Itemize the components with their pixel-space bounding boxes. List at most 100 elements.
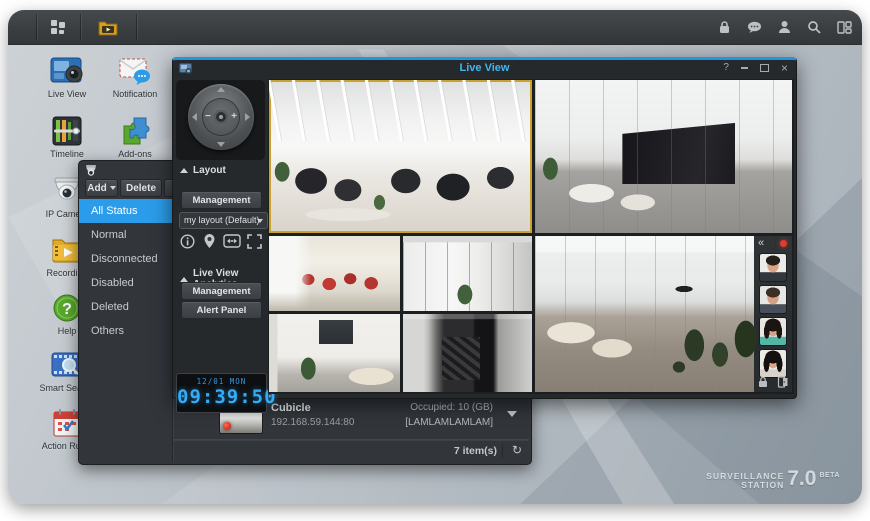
ptz-zoom-out-button[interactable]: − xyxy=(205,112,211,122)
search-button[interactable] xyxy=(806,19,822,35)
desktop-icon-live-view[interactable]: Live View xyxy=(35,56,99,99)
layout-select[interactable]: my layout (Default) xyxy=(179,212,268,229)
add-button[interactable]: Add xyxy=(85,179,118,197)
ptz-zoom-in-button[interactable]: + xyxy=(231,112,237,122)
info-icon xyxy=(180,234,195,249)
logo-version: 7.0 xyxy=(787,468,816,490)
fullscreen-button[interactable] xyxy=(245,232,265,250)
layout-select-value: my layout (Default) xyxy=(184,215,260,225)
chevron-up-icon xyxy=(180,277,188,282)
layout-section-header[interactable]: Layout xyxy=(180,165,226,176)
camera-view-5[interactable] xyxy=(269,314,400,392)
ptz-control: − + xyxy=(176,80,265,160)
desktop-icon-label: Notification xyxy=(103,89,167,99)
info-button[interactable] xyxy=(177,232,197,250)
clock-time: 09:39:50 xyxy=(177,386,266,408)
widgets-button[interactable] xyxy=(836,19,852,35)
face-panel-header: « xyxy=(754,236,792,251)
ptz-down-icon[interactable] xyxy=(217,142,225,147)
recording-dot xyxy=(780,240,787,247)
camera-list-footer: 7 item(s) ↻ xyxy=(173,439,529,462)
face-panel-footer xyxy=(754,376,792,390)
taskbar-divider xyxy=(136,14,137,40)
status-filter-deleted[interactable]: Deleted xyxy=(79,295,172,319)
close-button[interactable]: × xyxy=(781,63,788,73)
camera-view-2[interactable] xyxy=(535,80,792,233)
desktop-icon-notification[interactable]: Notification xyxy=(103,56,167,99)
screen: Live View Notification xyxy=(0,0,870,521)
user-button[interactable] xyxy=(776,19,792,35)
face-thumbnail[interactable] xyxy=(760,286,786,313)
taskbar xyxy=(8,10,862,45)
status-filter-normal[interactable]: Normal xyxy=(79,223,172,247)
ptz-inner-ring: − + xyxy=(202,98,240,136)
video-grid: « xyxy=(268,79,794,394)
desktop-icon-addons[interactable]: Add-ons xyxy=(103,116,167,159)
layout-management-button[interactable]: Management xyxy=(181,191,262,209)
status-filter-disconnected[interactable]: Disconnected xyxy=(79,247,172,271)
footer-divider xyxy=(502,444,503,458)
chat-icon xyxy=(747,21,762,34)
face-thumbnail[interactable] xyxy=(760,254,786,281)
recording-indicator xyxy=(223,422,231,430)
camera-view-3[interactable] xyxy=(269,236,400,311)
help-button[interactable]: ? xyxy=(723,63,729,73)
snapshot-pin-button[interactable] xyxy=(200,232,220,250)
refresh-icon[interactable]: ↻ xyxy=(512,443,522,457)
camera-tag: [LAMLAMLAMLAM] xyxy=(405,417,493,428)
ptz-right-icon[interactable] xyxy=(245,113,250,121)
lock-icon[interactable] xyxy=(757,376,769,388)
location-pin-icon xyxy=(203,233,216,249)
camera-view-4[interactable] xyxy=(403,236,532,311)
analytics-management-button[interactable]: Management xyxy=(181,282,262,300)
status-filter-all-status[interactable]: All Status xyxy=(79,199,172,223)
layout-management-label: Management xyxy=(192,195,250,206)
taskbar-status-area xyxy=(716,10,852,44)
main-menu-apps-icon xyxy=(50,19,66,35)
ptz-wheel[interactable]: − + xyxy=(188,84,254,150)
status-filter-disabled[interactable]: Disabled xyxy=(79,271,172,295)
lock-icon xyxy=(718,20,731,34)
face-thumbnail[interactable] xyxy=(760,350,786,377)
chevron-up-icon xyxy=(180,168,188,173)
svg-text:?: ? xyxy=(62,301,72,318)
pan-mode-button[interactable] xyxy=(222,232,242,250)
chat-button[interactable] xyxy=(746,19,762,35)
status-filter-list: All Status Normal Disconnected Disabled … xyxy=(79,199,173,462)
camera-view-1-selected[interactable] xyxy=(269,80,532,233)
search-icon xyxy=(807,20,821,34)
minimize-button[interactable] xyxy=(741,67,748,69)
alert-panel-button[interactable]: Alert Panel xyxy=(181,301,262,319)
desktop: Live View Notification xyxy=(8,10,862,504)
face-thumbnail[interactable] xyxy=(760,318,786,345)
ptz-home-button[interactable] xyxy=(214,110,228,124)
delete-button[interactable]: Delete xyxy=(120,179,162,197)
collapse-panel-icon[interactable]: « xyxy=(758,237,764,250)
chevron-down-icon[interactable] xyxy=(507,411,517,417)
item-count: 7 item(s) xyxy=(454,445,497,457)
live-view-window: Live View ? × − xyxy=(172,57,797,399)
logo-wordmark: Surveillance Station xyxy=(706,472,784,490)
ptz-home-dot xyxy=(219,115,223,119)
camera-view-6[interactable] xyxy=(403,314,532,392)
widgets-icon xyxy=(837,21,852,34)
recordings-taskbar-button[interactable] xyxy=(80,10,136,44)
recordings-folder-icon xyxy=(98,19,118,36)
main-menu-button[interactable] xyxy=(36,10,80,44)
ip-camera-window-icon xyxy=(84,164,98,177)
caret-down-icon xyxy=(257,219,263,223)
add-button-label: Add xyxy=(87,183,106,194)
live-view-titlebar: Live View ? × xyxy=(173,60,796,77)
lock-button[interactable] xyxy=(716,19,732,35)
desktop-icon-label: Add-ons xyxy=(103,149,167,159)
addons-icon xyxy=(118,116,152,146)
ptz-left-icon[interactable] xyxy=(192,113,197,121)
face-detection-panel: « xyxy=(754,236,792,392)
window-title: Live View xyxy=(173,62,796,74)
desktop-icon-timeline[interactable]: Timeline xyxy=(35,116,99,159)
status-filter-others[interactable]: Others xyxy=(79,319,172,343)
maximize-button[interactable] xyxy=(760,64,769,72)
door-exit-icon[interactable] xyxy=(777,376,789,388)
ptz-up-icon[interactable] xyxy=(217,87,225,92)
camera-view-7[interactable]: « xyxy=(535,236,792,392)
